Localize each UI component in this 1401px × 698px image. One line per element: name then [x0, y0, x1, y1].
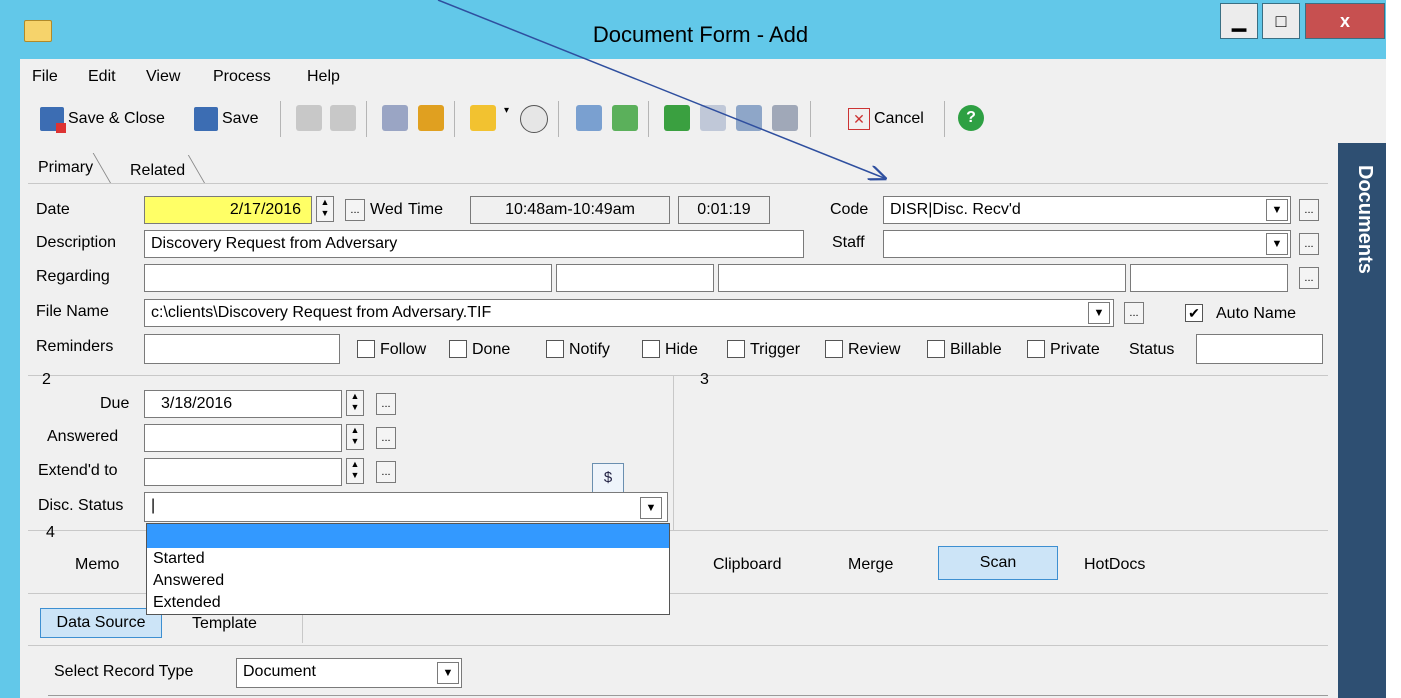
- annotation-arrow: [437, 0, 1401, 698]
